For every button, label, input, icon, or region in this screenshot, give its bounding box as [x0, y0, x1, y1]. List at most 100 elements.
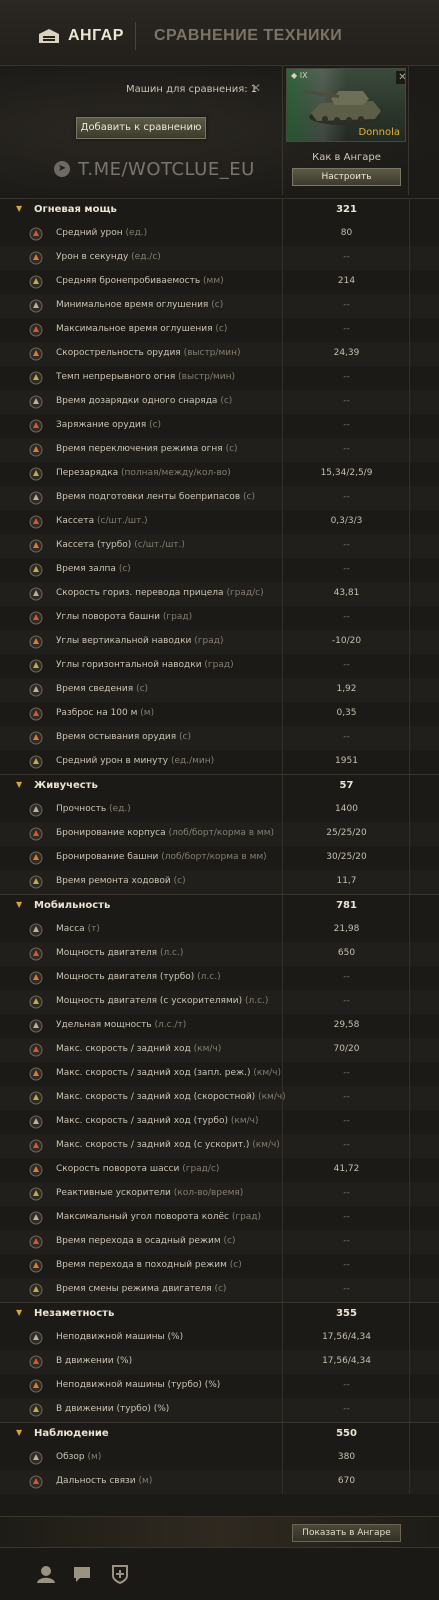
add-to-squad-icon[interactable]	[110, 1564, 130, 1584]
stat-label: Время смены режима двигателя (с)	[56, 1284, 226, 1294]
stat-name: Время ремонта ходовой	[56, 876, 171, 886]
stat-row: Время ремонта ходовой (с) 11,7	[0, 870, 439, 894]
stat-name: В движении (турбо) (%)	[56, 1404, 170, 1414]
stat-unit: (с)	[149, 420, 162, 430]
stat-label: Макс. скорость / задний ход (скоростной)…	[56, 1092, 286, 1102]
stat-unit: (км/ч)	[230, 1116, 259, 1126]
stat-unit: (с)	[118, 564, 131, 574]
stat-value: --	[343, 1260, 350, 1270]
stat-value: --	[343, 372, 350, 382]
stat-value: --	[343, 396, 350, 406]
stat-row: Мощность двигателя (л.с.) 650	[0, 942, 439, 966]
stat-row: Реактивные ускорители (кол-во/время) --	[0, 1182, 439, 1206]
stat-value: 70/20	[333, 1044, 360, 1054]
stat-name: Перезарядка	[56, 468, 119, 478]
stat-name: Разброс на 100 м	[56, 708, 138, 718]
chevron-down-icon[interactable]: ▼	[16, 780, 22, 789]
salvo-icon	[29, 563, 43, 577]
hp-icon	[29, 803, 43, 817]
show-in-hangar-button[interactable]: Показать в Ангаре	[292, 1524, 401, 1542]
stat-name: Скорострельность орудия	[56, 348, 181, 358]
travel-mode-icon	[29, 1259, 43, 1273]
chat-icon[interactable]	[72, 1564, 92, 1584]
stat-row: Макс. скорость / задний ход (запл. реж.)…	[0, 1062, 439, 1086]
stat-row: Время перехода в осадный режим (с) --	[0, 1230, 439, 1254]
section-header[interactable]: ▼ Наблюдение 550	[0, 1422, 439, 1446]
garage-icon[interactable]	[38, 28, 60, 44]
chevron-down-icon[interactable]: ▼	[16, 900, 22, 909]
stat-value: 650	[337, 948, 356, 958]
radio-range-icon	[29, 1475, 43, 1489]
stat-row: Средний урон в минуту (ед./мин) 1951	[0, 750, 439, 774]
column-divider	[409, 198, 410, 1494]
section-header[interactable]: ▼ Незаметность 355	[0, 1302, 439, 1326]
vehicle-card[interactable]: ◆ IX Donnola ✕	[286, 68, 406, 142]
stat-label: Максимальный угол поворота колёс (град)	[56, 1212, 261, 1222]
horizontal-angles-icon	[29, 659, 43, 673]
dpm-burst-icon	[29, 251, 43, 265]
camo-stationary-turbo-icon	[29, 1379, 43, 1393]
garage-tab[interactable]: АНГАР	[68, 27, 124, 45]
stat-row: Масса (т) 21,98	[0, 918, 439, 942]
dpm-icon	[29, 755, 43, 769]
configure-button[interactable]: Настроить	[292, 168, 401, 186]
chevron-down-icon[interactable]: ▼	[16, 204, 22, 213]
close-icon[interactable]: ✕	[251, 81, 261, 95]
stat-name: Время переключения режима огня	[56, 444, 223, 454]
stat-label: Макс. скорость / задний ход (турбо) (км/…	[56, 1116, 258, 1126]
stat-row: Мощность двигателя (турбо) (л.с.) --	[0, 966, 439, 990]
clip-icon	[29, 515, 43, 529]
header-divider	[135, 22, 136, 50]
dispersion-icon	[29, 707, 43, 721]
stat-unit: (л.с.)	[159, 948, 184, 958]
turret-armor-icon	[29, 851, 43, 865]
section-header[interactable]: ▼ Огневая мощь 321	[0, 198, 439, 222]
stat-row: Темп непрерывного огня (выстр/мин) --	[0, 366, 439, 390]
stat-name: Время смены режима двигателя	[56, 1284, 212, 1294]
stat-name: Реактивные ускорители	[56, 1188, 171, 1198]
vehicle-column: ◆ IX Donnola ✕ Как в Ангаре Настроить	[282, 66, 409, 195]
add-to-compare-button[interactable]: Добавить к сравнению	[76, 117, 206, 139]
stat-value: --	[343, 1236, 350, 1246]
stat-label: Углы вертикальной наводки (град)	[56, 636, 223, 646]
stat-row: Мощность двигателя (с ускорителями) (л.с…	[0, 990, 439, 1014]
stat-unit: (с)	[229, 1260, 242, 1270]
actions-bar: Показать в Ангаре	[0, 1516, 439, 1548]
stat-name: Кассета (турбо)	[56, 540, 132, 550]
stat-unit: (с)	[225, 444, 238, 454]
user-icon[interactable]	[36, 1564, 56, 1584]
section-header[interactable]: ▼ Живучесть 57	[0, 774, 439, 798]
stat-row: Время сведения (с) 1,92	[0, 678, 439, 702]
stat-unit: (град)	[194, 636, 224, 646]
stat-label: Мощность двигателя (турбо) (л.с.)	[56, 972, 221, 982]
stat-name: Заряжание орудия	[56, 420, 147, 430]
stat-unit: (град)	[162, 612, 193, 622]
engine-icon	[29, 947, 43, 961]
section-header[interactable]: ▼ Мобильность 781	[0, 894, 439, 918]
remove-vehicle-icon[interactable]: ✕	[396, 71, 405, 84]
stat-label: Неподвижной машины (турбо) (%)	[56, 1380, 220, 1390]
stat-name: В движении (%)	[56, 1356, 133, 1366]
stat-value: --	[343, 1284, 350, 1294]
stat-name: Обзор	[56, 1452, 85, 1462]
stat-row: Перезарядка (полная/между/кол-во) 15,34/2…	[0, 462, 439, 486]
engine-mode-icon	[29, 1283, 43, 1297]
stat-unit: (выстр/мин)	[183, 348, 241, 358]
chevron-down-icon[interactable]: ▼	[16, 1428, 22, 1437]
stat-name: Урон в секунду	[56, 252, 129, 262]
chevron-down-icon[interactable]: ▼	[16, 1308, 22, 1317]
stat-value: 43,81	[333, 588, 360, 598]
stat-unit: (с)	[223, 1236, 236, 1246]
section-score: 781	[336, 900, 357, 911]
repair-icon	[29, 875, 43, 889]
speed-turbo-icon	[29, 1115, 43, 1129]
stat-value: --	[343, 972, 350, 982]
stat-label: Углы поворота башни (град)	[56, 612, 192, 622]
stat-row: Бронирование башни (лоб/борт/корма в мм)…	[0, 846, 439, 870]
stat-unit: (лоб/борт/корма в мм)	[168, 828, 274, 838]
stat-name: Средняя бронепробиваемость	[56, 276, 201, 286]
stat-row: Время залпа (с) --	[0, 558, 439, 582]
stat-value: --	[343, 1116, 350, 1126]
stat-row: Урон в секунду (ед./с) --	[0, 246, 439, 270]
stat-value: --	[343, 1212, 350, 1222]
